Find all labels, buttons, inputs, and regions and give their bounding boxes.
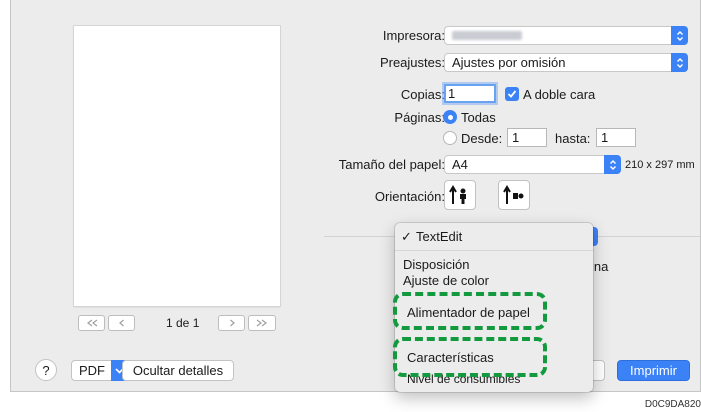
menu-item-textedit[interactable]: TextEdit bbox=[416, 229, 462, 244]
printer-select[interactable] bbox=[444, 26, 688, 45]
orientation-label: Orientación: bbox=[374, 189, 445, 204]
page-preview bbox=[74, 26, 280, 306]
portrait-orientation-icon bbox=[449, 185, 466, 204]
updown-chevron-icon bbox=[671, 53, 688, 72]
print-button[interactable]: Imprimir bbox=[617, 360, 690, 381]
image-code: D0C9DA820 bbox=[644, 399, 701, 410]
highlight-paper-feed bbox=[393, 292, 547, 330]
paper-size-select[interactable]: A4 bbox=[444, 155, 621, 174]
printer-name-redacted bbox=[452, 31, 522, 40]
pages-all-radio[interactable] bbox=[443, 110, 457, 124]
paper-size-value: A4 bbox=[452, 157, 468, 172]
pdf-label: PDF bbox=[79, 363, 105, 378]
pages-all-label: Todas bbox=[461, 110, 496, 125]
preview-pager: 1 de 1 bbox=[74, 315, 280, 331]
last-page-button[interactable] bbox=[248, 315, 276, 331]
pages-from-label: Desde: bbox=[461, 131, 503, 146]
paper-size-label: Tamaño del papel: bbox=[338, 157, 445, 172]
highlight-features bbox=[393, 337, 547, 377]
pages-from-input[interactable]: 1 bbox=[507, 128, 547, 147]
duplex-checkbox[interactable] bbox=[505, 87, 519, 101]
paper-dimensions: 210 x 297 mm bbox=[625, 159, 695, 171]
checkmark-icon: ✓ bbox=[401, 229, 412, 244]
menu-separator bbox=[395, 250, 593, 251]
double-chevron-right-icon bbox=[256, 319, 267, 327]
next-page-button[interactable] bbox=[218, 315, 245, 331]
pages-label: Páginas: bbox=[394, 110, 445, 125]
landscape-orientation-icon bbox=[503, 185, 524, 204]
updown-chevron-icon bbox=[604, 155, 621, 174]
first-page-button[interactable] bbox=[78, 315, 105, 331]
orientation-landscape-button[interactable] bbox=[498, 180, 530, 210]
duplex-label: A doble cara bbox=[523, 87, 596, 102]
menu-item-layout[interactable]: Disposición bbox=[403, 257, 469, 272]
checkmark-icon bbox=[507, 90, 517, 98]
presets-label: Preajustes: bbox=[379, 55, 445, 70]
hide-details-button[interactable]: Ocultar detalles bbox=[122, 360, 234, 381]
orientation-portrait-button[interactable] bbox=[444, 180, 476, 210]
chevron-right-icon bbox=[229, 319, 235, 327]
printer-label: Impresora: bbox=[382, 28, 445, 43]
presets-select[interactable]: Ajustes por omisión bbox=[444, 53, 688, 72]
obscured-panel-text: ina bbox=[591, 259, 609, 274]
pdf-menu-button[interactable]: PDF bbox=[71, 360, 128, 381]
pages-to-input[interactable]: 1 bbox=[596, 128, 636, 147]
help-button[interactable]: ? bbox=[35, 359, 57, 381]
previous-page-button[interactable] bbox=[108, 315, 135, 331]
menu-item-color-matching[interactable]: Ajuste de color bbox=[403, 273, 489, 288]
updown-chevron-icon bbox=[671, 26, 688, 45]
presets-value: Ajustes por omisión bbox=[452, 55, 566, 70]
print-dialog: 1 de 1 Impresora: Preajustes: Ajustes po… bbox=[10, 0, 701, 392]
pages-to-label: hasta: bbox=[555, 131, 591, 146]
double-chevron-left-icon bbox=[86, 319, 97, 327]
copies-label: Copias: bbox=[400, 87, 445, 102]
pages-range-radio[interactable] bbox=[443, 131, 457, 145]
copies-input[interactable]: 1 bbox=[444, 84, 496, 103]
chevron-left-icon bbox=[118, 319, 124, 327]
page-counter: 1 de 1 bbox=[166, 316, 200, 330]
